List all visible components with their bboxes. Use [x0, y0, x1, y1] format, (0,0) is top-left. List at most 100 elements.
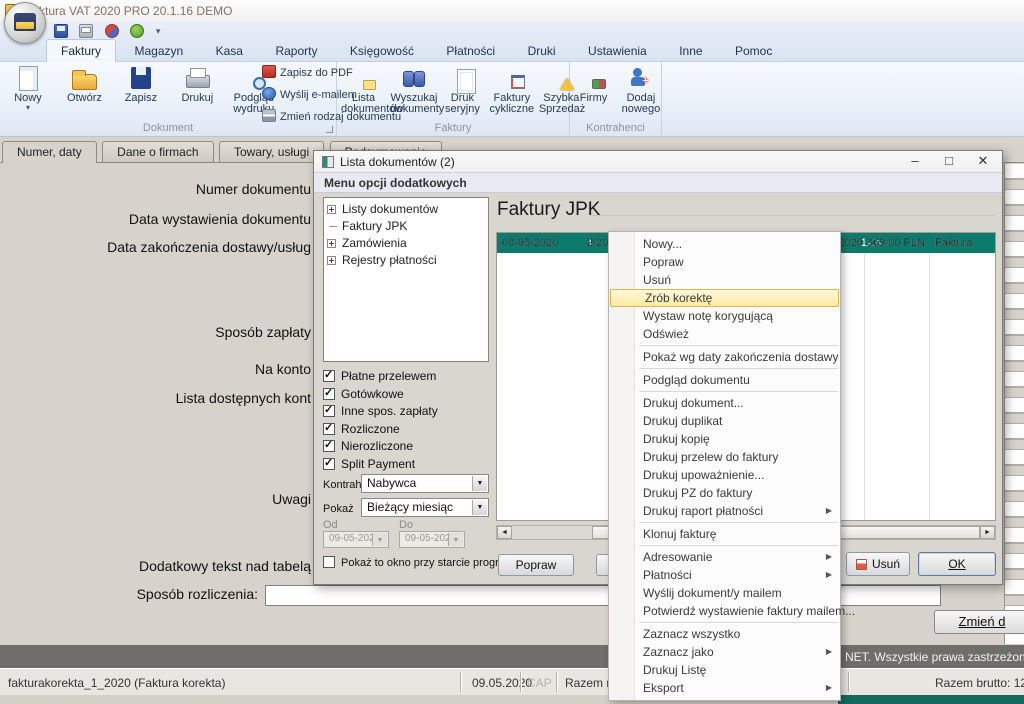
scroll-left-icon[interactable]: ◄	[497, 526, 512, 539]
kontrahent-combo[interactable]: Nabywca ▼	[361, 474, 489, 493]
ribbon-tab[interactable]: Płatności	[432, 40, 509, 63]
ribbon-group-dokument: Nowy ▾ Otwórz ▾ Zapisz ▾	[0, 62, 337, 136]
context-menu-item[interactable]: Drukuj upoważnienie... ▶	[609, 466, 840, 484]
qat-update-icon[interactable]	[130, 24, 144, 38]
qat-print-icon[interactable]	[79, 24, 93, 38]
tree-expand-icon[interactable]	[327, 256, 336, 265]
close-button[interactable]: ✕	[966, 151, 1000, 172]
context-menu-item[interactable]: Zaznacz jako ▶	[609, 643, 840, 661]
ribbon-tab[interactable]: Inne	[665, 40, 716, 63]
ribbon-group-kontrahenci: Firmy Dodaj nowego Kontrahenci	[570, 62, 662, 136]
checkbox-icon[interactable]	[323, 458, 335, 470]
ok-button[interactable]: OK	[918, 552, 996, 576]
ribbon-button[interactable]: Drukuj ▾	[171, 64, 223, 105]
filter-checkbox[interactable]: Płatne przelewem	[323, 369, 493, 387]
context-menu-item[interactable]: Wystaw notę korygującą ▶	[609, 307, 840, 325]
context-menu-item[interactable]: Drukuj raport płatności ▶	[609, 502, 840, 520]
checkbox-icon[interactable]	[323, 423, 335, 435]
document-tab[interactable]: Numer, daty	[2, 141, 97, 163]
ribbon-tab[interactable]: Księgowość	[336, 40, 428, 63]
window-title: Faktura VAT 2020 PRO 20.1.16 DEMO	[25, 4, 232, 18]
od-date-combo: 09-05-2020 ▼	[323, 531, 389, 548]
ribbon-tab[interactable]: Raporty	[261, 40, 331, 63]
context-menu-item[interactable]: Drukuj kopię ▶	[609, 430, 840, 448]
ribbon-tab[interactable]: Druki	[514, 40, 570, 63]
checkbox-icon[interactable]	[323, 405, 335, 417]
tree-item[interactable]: Faktury JPK	[324, 218, 488, 235]
popraw-button[interactable]: Popraw	[498, 554, 574, 576]
dialog-launcher-icon[interactable]	[326, 126, 333, 133]
context-menu-item[interactable]: Zaznacz wszystko ▶	[609, 625, 840, 643]
context-menu-item[interactable]: Pokaż wg daty zakończenia dostawy ▶	[609, 348, 840, 366]
ribbon-button[interactable]: Lista dokumentów	[341, 64, 386, 116]
filter-checkbox[interactable]: Inne spos. zapłaty	[323, 404, 493, 422]
ribbon-button[interactable]: Nowy ▾	[2, 64, 54, 112]
context-menu-item[interactable]: Odśwież ▶	[609, 325, 840, 343]
context-menu-item[interactable]: Usuń ▶	[609, 271, 840, 289]
context-menu-item[interactable]: Wyślij dokument/y mailem ▶	[609, 584, 840, 602]
checkbox-icon[interactable]	[323, 388, 335, 400]
ribbon-tab[interactable]: Kasa	[202, 40, 257, 63]
ribbon-tab[interactable]: Ustawienia	[574, 40, 661, 63]
context-menu-item[interactable]: Adresowanie ▶	[609, 548, 840, 566]
context-menu-item[interactable]: Popraw ▶	[609, 253, 840, 271]
app-menu-orb[interactable]	[4, 2, 46, 44]
change-doc-type-icon	[262, 109, 276, 122]
zmien-button[interactable]: Zmień d	[934, 610, 1024, 634]
ribbon-tab[interactable]: Faktury	[46, 39, 116, 62]
tree-expand-icon[interactable]	[327, 239, 336, 248]
dialog-title-bar[interactable]: Lista dokumentów (2) – □ ✕	[314, 151, 1002, 173]
scroll-right-icon[interactable]: ►	[980, 526, 995, 539]
chevron-down-icon[interactable]: ▼	[472, 476, 487, 491]
context-menu-item[interactable]: Nowy... ▶	[609, 235, 840, 253]
chevron-down-icon[interactable]: ▼	[472, 500, 487, 515]
qat-badge-icon[interactable]	[105, 24, 119, 38]
context-menu-item[interactable]: Płatności ▶	[609, 566, 840, 584]
filter-checkbox[interactable]: Nierozliczone	[323, 439, 493, 457]
qat-customize-icon[interactable]: ▾	[156, 24, 170, 38]
ribbon-button[interactable]: Druk seryjny	[440, 64, 485, 116]
minimize-button[interactable]: –	[898, 151, 932, 172]
qat-save-icon[interactable]	[54, 24, 68, 38]
tree-item[interactable]: Rejestry płatności	[324, 252, 488, 269]
ribbon-tab[interactable]: Magazyn	[120, 40, 197, 63]
menu-opcji-dodatkowych[interactable]: Menu opcji dodatkowych	[324, 176, 467, 190]
pokaz-combo[interactable]: Bieżący miesiąc ▼	[361, 498, 489, 517]
document-tab[interactable]: Towary, usługi	[219, 141, 324, 162]
group-label: Dokument	[0, 122, 336, 134]
filter-checkbox[interactable]: Split Payment	[323, 457, 493, 475]
usun-button[interactable]: Usuń	[846, 552, 910, 576]
context-menu-item[interactable]: Zrób korektę ▶	[610, 289, 839, 307]
filter-checkbox[interactable]: Gotówkowe	[323, 387, 493, 405]
context-menu-item[interactable]: Drukuj dokument... ▶	[609, 394, 840, 412]
batch-print-icon	[449, 65, 475, 91]
checkbox-icon[interactable]	[323, 556, 335, 568]
checkbox-icon[interactable]	[323, 370, 335, 382]
maximize-button[interactable]: □	[932, 151, 966, 172]
context-menu-item[interactable]: Drukuj duplikat ▶	[609, 412, 840, 430]
context-menu-item[interactable]: Drukuj PZ do faktury ▶	[609, 484, 840, 502]
ribbon-button[interactable]: Faktury cykliczne	[489, 64, 534, 116]
context-menu-item[interactable]: Podgląd dokumentu ▶	[609, 371, 840, 389]
ribbon-button[interactable]: Wyszukaj dokumenty	[390, 64, 435, 116]
context-menu-item[interactable]: Klonuj fakturę ▶	[609, 525, 840, 543]
ribbon-tab[interactable]: Pomoc	[721, 40, 786, 63]
do-date-combo: 09-05-2020 ▼	[399, 531, 465, 548]
heading-rule	[591, 215, 995, 216]
context-menu-item[interactable]: Eksport ▶	[609, 679, 840, 697]
context-menu-item[interactable]: Drukuj Listę ▶	[609, 661, 840, 679]
ribbon-button[interactable]: Otwórz ▾	[58, 64, 110, 105]
form-label: Lista dostępnych kont	[176, 390, 311, 406]
filter-checkbox[interactable]: Rozliczone	[323, 422, 493, 440]
tree-item[interactable]: Listy dokumentów	[324, 201, 488, 218]
tree-item[interactable]: Zamówienia	[324, 235, 488, 252]
ribbon-button[interactable]: Dodaj nowego	[619, 64, 662, 116]
ribbon-button[interactable]: Zapisz ▾	[115, 64, 167, 105]
startup-checkbox[interactable]: Pokaż to okno przy starcie programu	[323, 556, 520, 574]
context-menu-item[interactable]: Drukuj przelew do faktury ▶	[609, 448, 840, 466]
tree-expand-icon[interactable]	[327, 205, 336, 214]
ribbon-button[interactable]: Firmy	[572, 64, 615, 105]
checkbox-icon[interactable]	[323, 440, 335, 452]
document-tab[interactable]: Dane o firmach	[102, 141, 213, 162]
context-menu-item[interactable]: Potwierdź wystawienie faktury mailem... …	[609, 602, 840, 620]
